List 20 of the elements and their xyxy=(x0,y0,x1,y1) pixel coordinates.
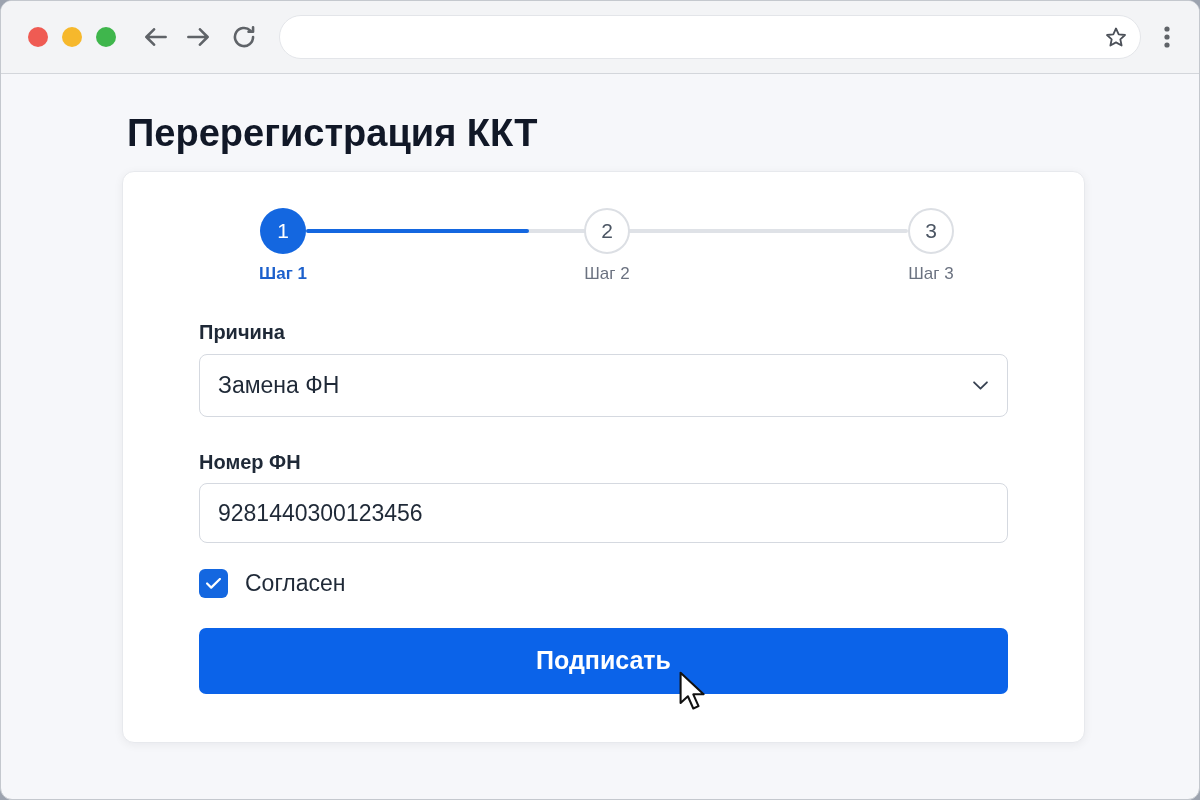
menu-icon[interactable] xyxy=(1164,26,1170,48)
step-label: Шаг 1 xyxy=(259,263,307,285)
close-window-icon[interactable] xyxy=(28,27,48,47)
bookmark-star-icon[interactable] xyxy=(1105,26,1127,48)
field-label: Номер ФН xyxy=(199,450,301,475)
step-label: Шаг 3 xyxy=(908,263,954,285)
checkmark-icon xyxy=(206,578,221,589)
agree-checkbox[interactable] xyxy=(199,569,228,598)
agree-label: Согласен xyxy=(245,569,346,598)
back-arrow-icon[interactable] xyxy=(145,28,167,46)
chevron-down-icon xyxy=(973,381,988,390)
page-title: Перерегистрация ККТ xyxy=(127,112,538,154)
dropdown-field[interactable]: Замена ФН xyxy=(199,354,1008,417)
sign-button[interactable]: Подписать xyxy=(199,628,1008,694)
mouse-cursor-icon xyxy=(679,671,706,711)
forward-arrow-icon[interactable] xyxy=(187,28,209,46)
step-label: Шаг 2 xyxy=(584,263,630,285)
field-label: Причина xyxy=(199,320,285,345)
text-input[interactable]: 9281440300123456 xyxy=(199,483,1008,543)
reload-icon[interactable] xyxy=(233,26,255,48)
